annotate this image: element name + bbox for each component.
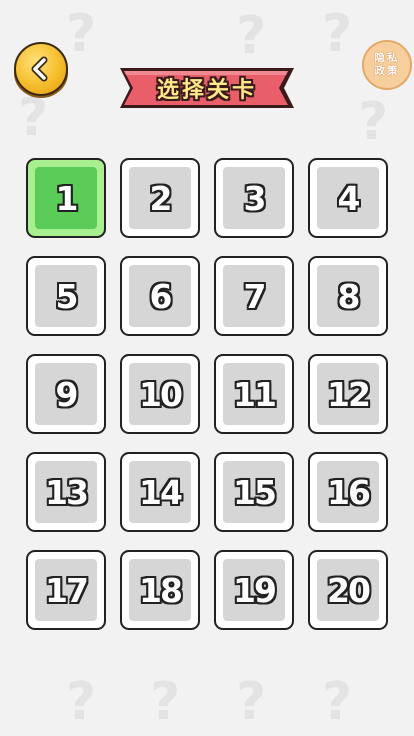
question-mark-icon: ?	[358, 92, 389, 152]
question-mark-icon: ?	[150, 672, 181, 732]
level-number: 14	[139, 472, 183, 512]
level-tile-face: 2	[129, 167, 191, 229]
question-mark-icon: ?	[18, 88, 49, 148]
level-number: 10	[139, 374, 183, 414]
level-tile-face: 15	[223, 461, 285, 523]
privacy-policy-button[interactable]: 隐私政策	[362, 40, 412, 90]
chevron-left-icon	[14, 42, 68, 96]
level-tile-face: 4	[317, 167, 379, 229]
level-button-18[interactable]: 18	[120, 550, 200, 630]
level-button-9[interactable]: 9	[26, 354, 106, 434]
level-tile-face: 10	[129, 363, 191, 425]
level-button-13[interactable]: 13	[26, 452, 106, 532]
level-button-8[interactable]: 8	[308, 256, 388, 336]
question-mark-icon: ?	[236, 6, 267, 66]
level-tile-face: 6	[129, 265, 191, 327]
level-button-15[interactable]: 15	[214, 452, 294, 532]
level-button-12[interactable]: 12	[308, 354, 388, 434]
level-button-5[interactable]: 5	[26, 256, 106, 336]
level-number: 1	[55, 178, 79, 218]
level-tile-face: 9	[35, 363, 97, 425]
level-tile-face: 12	[317, 363, 379, 425]
level-button-6[interactable]: 6	[120, 256, 200, 336]
level-tile-face: 11	[223, 363, 285, 425]
level-tile-face: 14	[129, 461, 191, 523]
page-title: 选择关卡	[156, 78, 257, 103]
level-number: 20	[327, 570, 371, 610]
level-number: 6	[149, 276, 173, 316]
level-number: 11	[233, 374, 277, 414]
level-tile-face: 1	[35, 167, 97, 229]
level-button-19[interactable]: 19	[214, 550, 294, 630]
level-number: 16	[327, 472, 371, 512]
level-button-14[interactable]: 14	[120, 452, 200, 532]
level-tile-face: 8	[317, 265, 379, 327]
level-tile-face: 5	[35, 265, 97, 327]
privacy-policy-label: 隐私政策	[374, 52, 400, 77]
level-number: 18	[139, 570, 183, 610]
level-button-3[interactable]: 3	[214, 158, 294, 238]
level-number: 17	[45, 570, 89, 610]
level-button-1[interactable]: 1	[26, 158, 106, 238]
level-number: 2	[149, 178, 173, 218]
level-button-4[interactable]: 4	[308, 158, 388, 238]
level-button-17[interactable]: 17	[26, 550, 106, 630]
question-mark-icon: ?	[322, 4, 353, 64]
level-tile-face: 3	[223, 167, 285, 229]
title-ribbon: 选择关卡	[118, 66, 296, 114]
level-button-7[interactable]: 7	[214, 256, 294, 336]
level-button-10[interactable]: 10	[120, 354, 200, 434]
level-number: 7	[243, 276, 267, 316]
level-tile-face: 18	[129, 559, 191, 621]
level-tile-face: 20	[317, 559, 379, 621]
level-tile-face: 7	[223, 265, 285, 327]
level-tile-face: 19	[223, 559, 285, 621]
question-mark-icon: ?	[322, 672, 353, 732]
question-mark-icon: ?	[66, 4, 97, 64]
level-button-20[interactable]: 20	[308, 550, 388, 630]
level-number: 8	[337, 276, 361, 316]
level-button-16[interactable]: 16	[308, 452, 388, 532]
level-grid: 1 2 3 4 5 6 7 8 9 10 11 12 13 14 15 16 17 18 19 20	[26, 158, 390, 630]
level-number: 12	[327, 374, 371, 414]
level-number: 4	[337, 178, 361, 218]
back-button[interactable]	[14, 42, 68, 98]
level-number: 19	[233, 570, 277, 610]
level-button-11[interactable]: 11	[214, 354, 294, 434]
level-number: 15	[233, 472, 277, 512]
level-button-2[interactable]: 2	[120, 158, 200, 238]
level-number: 13	[45, 472, 89, 512]
level-tile-face: 16	[317, 461, 379, 523]
level-number: 3	[243, 178, 267, 218]
level-number: 5	[55, 276, 79, 316]
question-mark-icon: ?	[236, 672, 267, 732]
level-tile-face: 13	[35, 461, 97, 523]
level-number: 9	[55, 374, 79, 414]
level-tile-face: 17	[35, 559, 97, 621]
question-mark-icon: ?	[66, 672, 97, 732]
